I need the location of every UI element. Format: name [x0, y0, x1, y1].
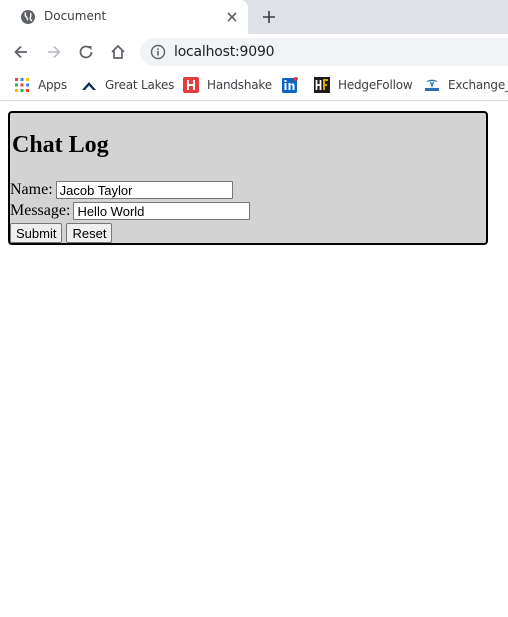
forward-arrow-icon[interactable]: [45, 43, 63, 61]
bookmark-label: Great Lakes: [105, 78, 175, 92]
page-content: Chat Log Name: Message: Submit Reset: [0, 102, 508, 617]
close-icon[interactable]: [224, 9, 240, 25]
back-arrow-icon[interactable]: [12, 43, 30, 61]
linkedin-icon: [282, 77, 298, 93]
tata-icon: [425, 79, 439, 91]
chat-log-panel: Chat Log Name: Message: Submit Reset: [8, 111, 488, 245]
apps-grid-icon: [15, 78, 29, 92]
message-row: Message:: [10, 202, 251, 220]
hedgefollow-icon: [314, 77, 330, 93]
bookmark-apps[interactable]: Apps: [14, 76, 67, 94]
bookmark-hedgefollow[interactable]: HedgeFollow: [314, 76, 413, 94]
page-title: Chat Log: [12, 132, 109, 158]
submit-button[interactable]: Submit: [10, 223, 63, 243]
bookmark-label: HedgeFollow: [338, 78, 413, 92]
browser-tab[interactable]: Document: [0, 0, 248, 34]
reset-button[interactable]: Reset: [66, 223, 113, 243]
bookmark-exchange[interactable]: Exchange_M: [424, 76, 508, 94]
new-tab-icon[interactable]: [261, 9, 277, 25]
bookmark-handshake[interactable]: Handshake: [183, 76, 272, 94]
info-icon[interactable]: [150, 44, 166, 60]
name-row: Name:: [10, 181, 233, 199]
address-bar[interactable]: localhost:9090: [140, 38, 508, 66]
message-input[interactable]: [73, 202, 251, 220]
bookmark-great-lakes[interactable]: Great Lakes: [81, 76, 174, 94]
bookmark-label: Apps: [38, 78, 67, 92]
globe-icon: [21, 10, 35, 24]
name-input[interactable]: [55, 181, 233, 199]
url-text[interactable]: localhost:9090: [174, 44, 275, 60]
home-icon[interactable]: [109, 43, 127, 61]
tab-title: Document: [44, 9, 107, 23]
great-lakes-icon: [82, 82, 96, 90]
bookmark-label: Exchange_M: [448, 78, 508, 92]
bookmark-linkedin[interactable]: [282, 76, 306, 94]
bookmark-label: Handshake: [207, 78, 272, 92]
message-label: Message:: [10, 202, 71, 219]
handshake-icon: [183, 77, 199, 93]
reload-icon[interactable]: [77, 43, 95, 61]
tab-strip: Document: [0, 0, 508, 34]
bookmarks-bar: Apps Great Lakes Handshake HedgeFollow E…: [0, 70, 508, 101]
button-row: Submit Reset: [10, 223, 116, 243]
name-label: Name:: [10, 181, 53, 198]
